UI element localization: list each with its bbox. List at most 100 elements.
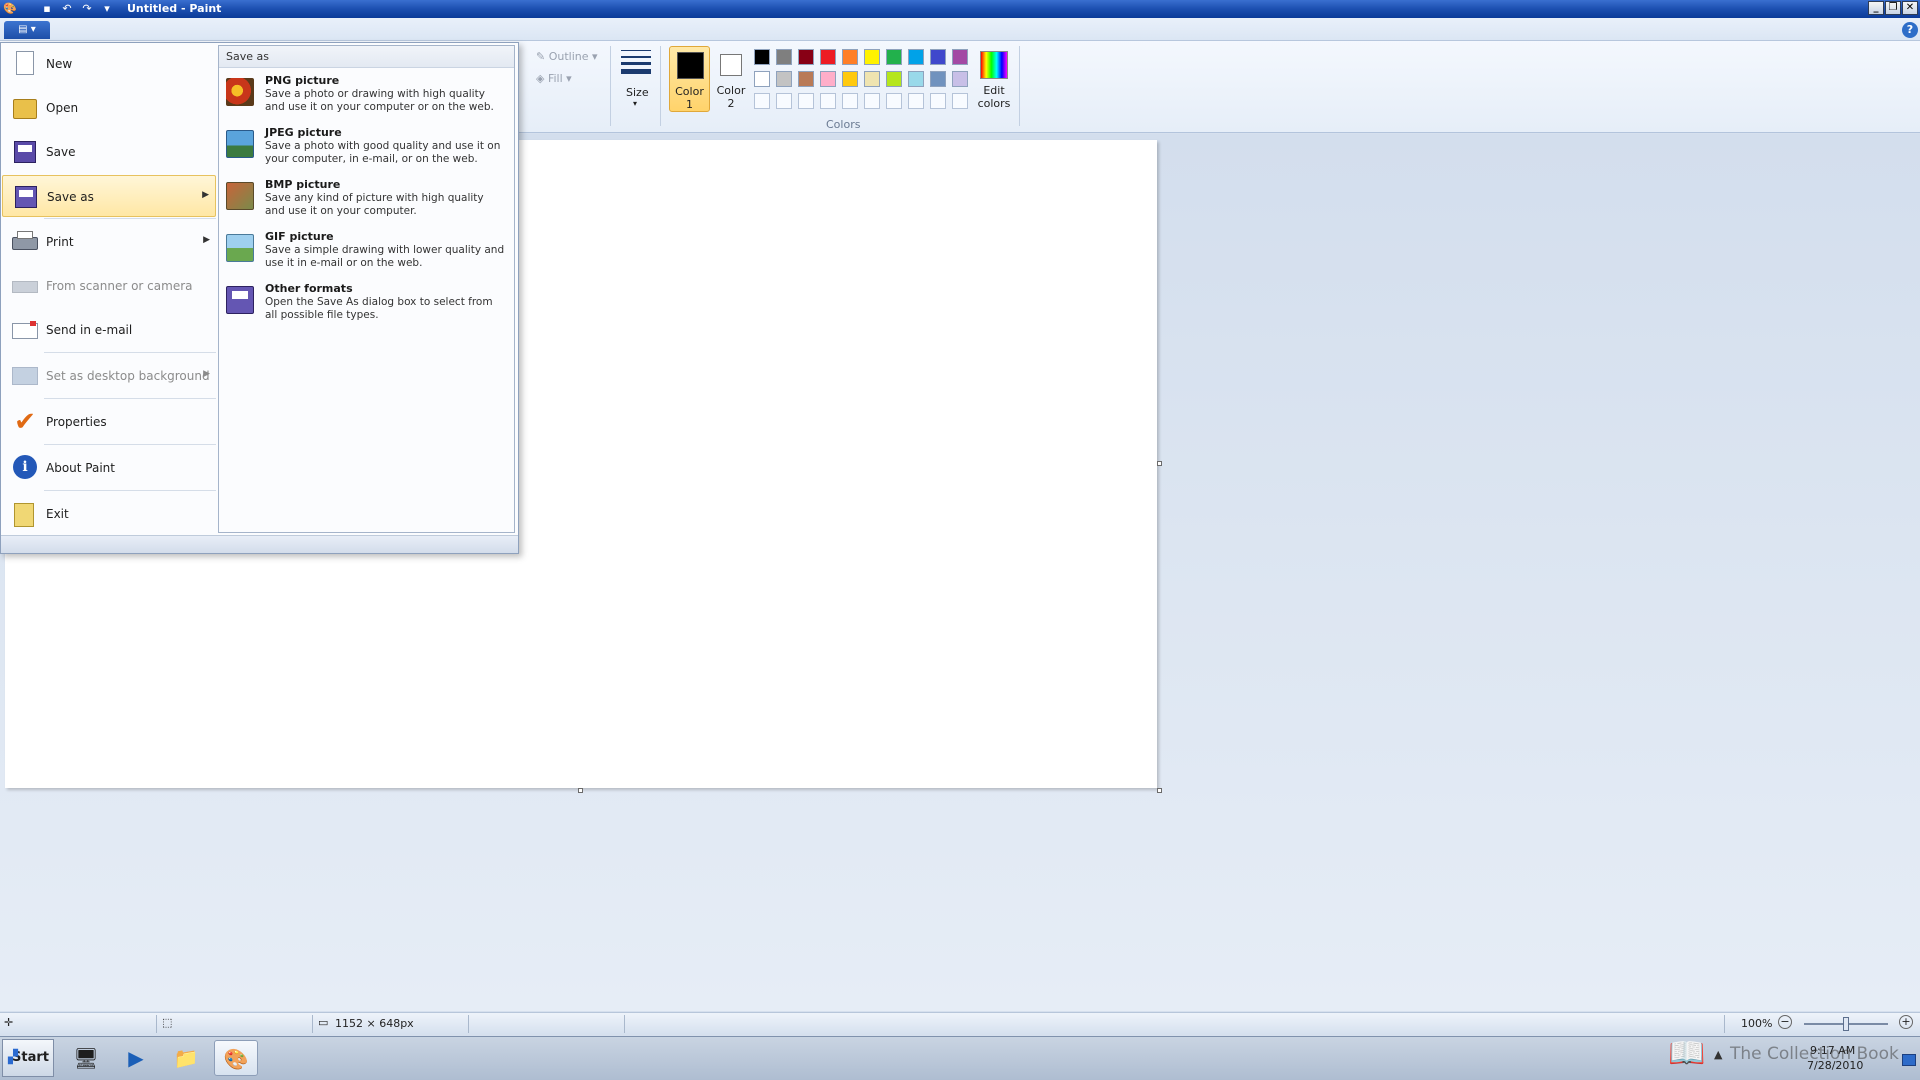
minimize-button[interactable]: _	[1868, 1, 1884, 15]
clock-date[interactable]: 7/28/2010	[1807, 1059, 1863, 1072]
palette-swatch[interactable]	[842, 71, 858, 87]
save-as-icon	[11, 184, 41, 210]
resize-handle-corner[interactable]	[1157, 788, 1162, 793]
palette-swatch[interactable]	[754, 71, 770, 87]
color-spectrum-icon	[980, 51, 1008, 79]
ribbon-separator	[610, 46, 611, 126]
palette-swatch[interactable]	[930, 49, 946, 65]
menu-item-exit[interactable]: Exit	[2, 493, 216, 535]
menu-item-properties[interactable]: ✔ Properties	[2, 401, 216, 443]
palette-swatch[interactable]	[908, 71, 924, 87]
palette-swatch[interactable]	[798, 49, 814, 65]
resize-handle-right[interactable]	[1157, 461, 1162, 466]
palette-swatch[interactable]	[842, 49, 858, 65]
palette-swatch[interactable]	[952, 71, 968, 87]
explorer-folder-icon[interactable]: 📁	[164, 1040, 208, 1076]
save-icon[interactable]: ▪	[40, 2, 54, 15]
palette-swatch[interactable]	[754, 49, 770, 65]
zoom-out-button[interactable]: −	[1778, 1015, 1792, 1029]
palette-swatch[interactable]	[864, 49, 880, 65]
custom-color-slot[interactable]	[754, 93, 770, 109]
palette-swatch[interactable]	[930, 71, 946, 87]
undo-icon[interactable]: ↶	[60, 2, 74, 15]
powershell-icon[interactable]: ▶	[114, 1040, 158, 1076]
custom-color-slot[interactable]	[776, 93, 792, 109]
palette-swatch[interactable]	[820, 49, 836, 65]
ribbon-separator	[660, 46, 661, 126]
custom-color-slot[interactable]	[886, 93, 902, 109]
paint-app-icon[interactable]: 🎨	[3, 2, 17, 15]
custom-color-slot[interactable]	[820, 93, 836, 109]
color1-button[interactable]: Color 1	[669, 46, 710, 112]
zoom-slider-thumb[interactable]	[1843, 1017, 1849, 1031]
submenu-arrow-icon: ▶	[203, 369, 210, 379]
canvas-size-icon: ▭	[318, 1016, 329, 1029]
other-formats-icon	[226, 286, 254, 314]
start-button[interactable]: ▞ Start	[2, 1039, 54, 1077]
ribbon-tab-strip	[0, 18, 1920, 41]
zoom-level: 100%	[1741, 1017, 1773, 1030]
redo-icon[interactable]: ↷	[80, 2, 94, 15]
server-manager-icon[interactable]: 🖥	[64, 1040, 108, 1076]
palette-swatch[interactable]	[776, 49, 792, 65]
menu-item-save[interactable]: Save	[2, 131, 216, 173]
custom-color-slot[interactable]	[864, 93, 880, 109]
outline-dropdown[interactable]: ✎ Outline ▾	[536, 50, 598, 63]
zoom-in-button[interactable]: +	[1899, 1015, 1913, 1029]
menu-item-print[interactable]: Print ▶	[2, 221, 216, 263]
menu-item-new[interactable]: New	[2, 43, 216, 85]
menu-item-send-email[interactable]: Send in e-mail	[2, 309, 216, 351]
color2-button[interactable]: Color 2	[711, 46, 751, 112]
clock-time[interactable]: 9:17 AM	[1810, 1044, 1855, 1057]
title-bar: 🎨 ▪ ↶ ↷ ▾ Untitled - Paint _ ❐ ✕	[0, 0, 1920, 18]
save-as-other-formats[interactable]: Other formats Open the Save As dialog bo…	[224, 282, 510, 332]
palette-swatch[interactable]	[776, 71, 792, 87]
custom-color-slot[interactable]	[952, 93, 968, 109]
bmp-picture-icon	[226, 182, 254, 210]
fill-dropdown[interactable]: ◈ Fill ▾	[536, 72, 572, 85]
edit-colors-button[interactable]: Edit colors	[974, 46, 1014, 112]
custom-color-slot[interactable]	[798, 93, 814, 109]
menu-item-desktop-background[interactable]: Set as desktop background ▶	[2, 355, 216, 397]
selection-size-icon: ⬚	[162, 1016, 173, 1029]
show-desktop-icon[interactable]	[1902, 1054, 1916, 1066]
palette-swatch[interactable]	[798, 71, 814, 87]
menu-item-save-as[interactable]: Save as ▶	[2, 175, 216, 217]
custom-color-slot[interactable]	[842, 93, 858, 109]
save-as-gif[interactable]: GIF picture Save a simple drawing with l…	[224, 230, 510, 280]
palette-swatch[interactable]	[908, 49, 924, 65]
status-bar: ✛ ⬚ ▭ 1152 × 648px 100% − +	[0, 1012, 1920, 1034]
save-as-submenu-header: Save as	[219, 46, 514, 68]
save-as-bmp[interactable]: BMP picture Save any kind of picture wit…	[224, 178, 510, 228]
palette-swatch[interactable]	[952, 49, 968, 65]
save-as-png[interactable]: PNG picture Save a photo or drawing with…	[224, 74, 510, 124]
size-label: Size	[626, 86, 649, 99]
palette-swatch[interactable]	[820, 71, 836, 87]
restore-button[interactable]: ❐	[1885, 1, 1901, 15]
custom-color-slot[interactable]	[930, 93, 946, 109]
custom-color-slot[interactable]	[908, 93, 924, 109]
customize-icon[interactable]: ▾	[100, 2, 114, 15]
new-document-icon	[10, 51, 40, 77]
save-as-jpeg[interactable]: JPEG picture Save a photo with good qual…	[224, 126, 510, 176]
canvas-size-text: 1152 × 648px	[335, 1017, 414, 1030]
palette-swatch[interactable]	[886, 49, 902, 65]
paint-taskbar-icon[interactable]: 🎨	[214, 1040, 258, 1076]
gif-picture-icon	[226, 234, 254, 262]
close-button[interactable]: ✕	[1902, 1, 1918, 15]
resize-handle-bottom[interactable]	[578, 788, 583, 793]
color2-swatch	[720, 54, 742, 76]
menu-item-from-scanner[interactable]: From scanner or camera	[2, 265, 216, 307]
paint-menu-button[interactable]: ▤ ▾	[4, 21, 50, 39]
size-dropdown-icon: ▾	[633, 99, 638, 108]
palette-swatch[interactable]	[886, 71, 902, 87]
size-button[interactable]: Size ▾	[618, 46, 654, 112]
show-hidden-icons-icon[interactable]: ▲	[1714, 1048, 1722, 1061]
save-disk-icon	[10, 139, 40, 165]
menu-item-about[interactable]: i About Paint	[2, 447, 216, 489]
palette-swatch[interactable]	[864, 71, 880, 87]
fill-bucket-icon: ◈	[536, 72, 545, 85]
menu-item-open[interactable]: Open	[2, 87, 216, 129]
color-palette	[754, 49, 974, 113]
help-icon[interactable]: ?	[1902, 22, 1918, 38]
